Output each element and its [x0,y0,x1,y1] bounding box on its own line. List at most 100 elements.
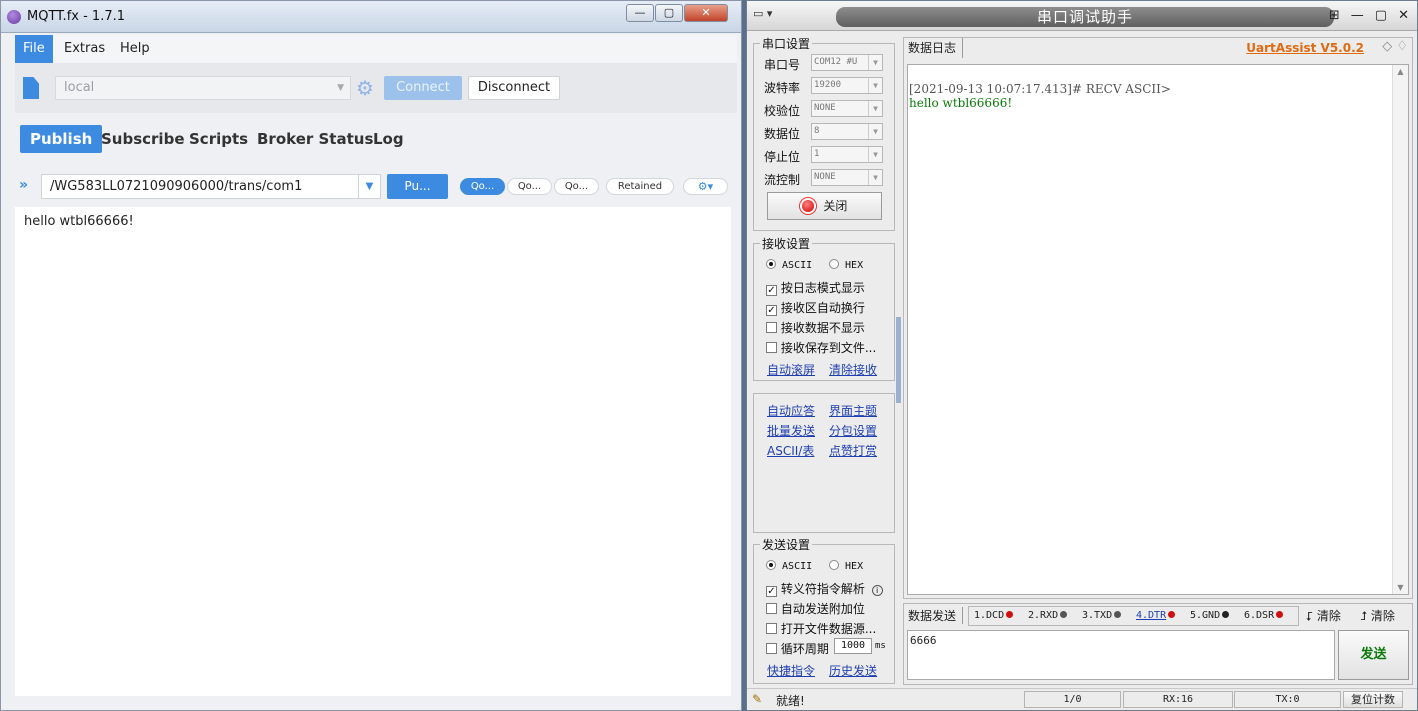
scroll-down-icon: ▼ [1397,583,1404,592]
tab-data-log[interactable]: 数据日志 [908,38,964,58]
system-menu-icon[interactable]: ▭ ▾ [753,7,772,20]
send-button[interactable]: 发送 [1338,630,1409,680]
port-label: 串口号 [764,58,801,72]
cycle-period-input[interactable]: 1000 [834,638,872,654]
topic-input[interactable]: /WG583LL0721090906000/trans/com1 ▼ [41,174,381,199]
pin-icon[interactable]: ⊞ [1329,8,1340,23]
retained-button[interactable]: Retained [606,178,674,195]
message-editor[interactable]: hello wtbl66666! [15,207,731,696]
recv-option-log-mode[interactable]: ✓ 按日志模式显示 [766,279,865,296]
minimize-button[interactable]: — [626,4,654,22]
clear-icon: ⮥ [1360,609,1368,623]
clear-log-button[interactable]: ⮥ 清除 [1360,607,1395,624]
maximize-button[interactable]: ▢ [1375,8,1387,23]
recv-option-save-file[interactable]: 接收保存到文件... [766,339,876,356]
menu-help[interactable]: Help [112,35,158,63]
send-option-file-source[interactable]: 打开文件数据源... [766,620,876,637]
chevron-down-icon[interactable]: ▼ [358,175,380,198]
parity-select[interactable]: NONE ▼ [811,100,883,117]
chevron-down-icon: ▼ [337,83,344,93]
send-option-label: 循环周期 [780,642,829,656]
baud-select[interactable]: 19200 ▼ [811,77,883,94]
port-select[interactable]: COM12 #U ▼ [811,54,883,71]
close-port-button[interactable]: 关闭 [767,192,882,220]
stopbits-label: 停止位 [764,150,801,164]
baud-label: 波特率 [764,81,801,95]
port-value: COM12 #U [814,57,858,67]
recv-hex-radio[interactable]: HEX [829,259,863,271]
publish-button[interactable]: Pu... [387,174,448,199]
disconnect-button[interactable]: Disconnect [468,76,560,100]
brand-link[interactable]: UartAssist V5.0.2 [1246,41,1364,55]
receive-log[interactable]: [2021-09-13 10:07:17.413]# RECV ASCII> h… [907,64,1409,595]
message-text: hello wtbl66666! [24,214,134,229]
signal-txd[interactable]: 3.TXD [1082,610,1122,621]
profile-select[interactable]: local ▼ [55,76,351,100]
auto-reply-link[interactable]: 自动应答 [767,402,815,419]
expand-icon[interactable]: » [19,177,28,193]
tab-publish[interactable]: Publish [20,125,103,153]
batch-send-link[interactable]: 批量发送 [767,422,815,439]
send-option-label: 转义符指令解析 [780,582,865,596]
signal-rxd[interactable]: 2.RXD [1028,610,1068,621]
checkbox-checked-icon: ✓ [766,305,777,316]
qos1-button[interactable]: Qo... [507,178,552,195]
panel-collapse-handle[interactable] [896,317,901,403]
recv-option-autowrap[interactable]: ✓ 接收区自动换行 [766,299,865,316]
led-black-icon [1222,611,1230,618]
qos0-button[interactable]: Qo... [460,178,505,195]
flow-select[interactable]: NONE ▼ [811,169,883,186]
send-option-label: 打开文件数据源... [780,622,877,636]
close-button[interactable]: ✕ [684,4,728,22]
send-ascii-radio[interactable]: ASCII [766,560,812,572]
document-icon[interactable] [23,77,39,99]
diamond-bell-icons[interactable]: ◇ ♢ [1382,39,1408,54]
gear-icon[interactable]: ⚙ [356,76,374,100]
packet-settings-link[interactable]: 分包设置 [829,422,877,439]
flow-value: NONE [814,172,836,182]
log-scrollbar[interactable]: ▲ ▼ [1392,65,1408,594]
tab-data-send[interactable]: 数据发送 [908,607,964,624]
donate-link[interactable]: 点赞打赏 [829,442,877,459]
recv-ascii-radio[interactable]: ASCII [766,259,812,271]
send-history-link[interactable]: 历史发送 [829,662,877,679]
send-textarea[interactable]: 6666 [907,630,1335,680]
quick-commands-link[interactable]: 快捷指令 [767,662,815,679]
data-send-panel: 数据发送 1.DCD 2.RXD 3.TXD 4.DTR 5.GND 6.DSR… [903,603,1413,685]
signal-dsr[interactable]: 6.DSR [1244,610,1284,621]
chevron-down-icon: ▼ [868,170,882,185]
menu-extras[interactable]: Extras [56,35,113,63]
signal-dcd[interactable]: 1.DCD [974,610,1014,621]
recv-option-hide[interactable]: 接收数据不显示 [766,319,865,336]
maximize-button[interactable]: ▢ [655,4,683,22]
send-option-cycle[interactable]: 循环周期 [766,640,829,657]
send-option-escape[interactable]: ✓ 转义符指令解析 i [766,580,883,597]
minimize-button[interactable]: — [1351,8,1364,23]
send-option-append[interactable]: 自动发送附加位 [766,600,865,617]
signal-dtr[interactable]: 4.DTR [1136,610,1176,621]
signal-gnd[interactable]: 5.GND [1190,610,1230,621]
send-hex-radio[interactable]: HEX [829,560,863,572]
databits-label: 数据位 [764,127,801,141]
connect-button[interactable]: Connect [384,76,462,100]
theme-link[interactable]: 界面主题 [829,402,877,419]
databits-select[interactable]: 8 ▼ [811,123,883,140]
tab-log[interactable]: Log [363,125,414,153]
led-red-icon [1168,611,1176,618]
signal-label: 1.DCD [974,610,1005,621]
ascii-table-link[interactable]: ASCII/表 [767,442,814,459]
reset-counter-button[interactable]: 复位计数 [1343,691,1403,708]
close-button[interactable]: ✕ [1398,8,1409,23]
chevron-down-icon: ▼ [868,147,882,162]
options-button[interactable]: ⚙▾ [683,178,728,195]
clear-recv-link[interactable]: 清除接收 [829,361,877,378]
recv-option-label: 接收数据不显示 [780,321,865,335]
auto-scroll-link[interactable]: 自动滚屏 [767,361,815,378]
stopbits-select[interactable]: 1 ▼ [811,146,883,163]
send-option-label: 自动发送附加位 [780,602,865,616]
info-icon[interactable]: i [871,585,883,596]
menu-file[interactable]: File [15,35,53,63]
clear-send-button[interactable]: ⮦ 清除 [1306,607,1341,624]
frame-counter: 1/0 [1024,691,1121,708]
qos2-button[interactable]: Qo... [554,178,599,195]
